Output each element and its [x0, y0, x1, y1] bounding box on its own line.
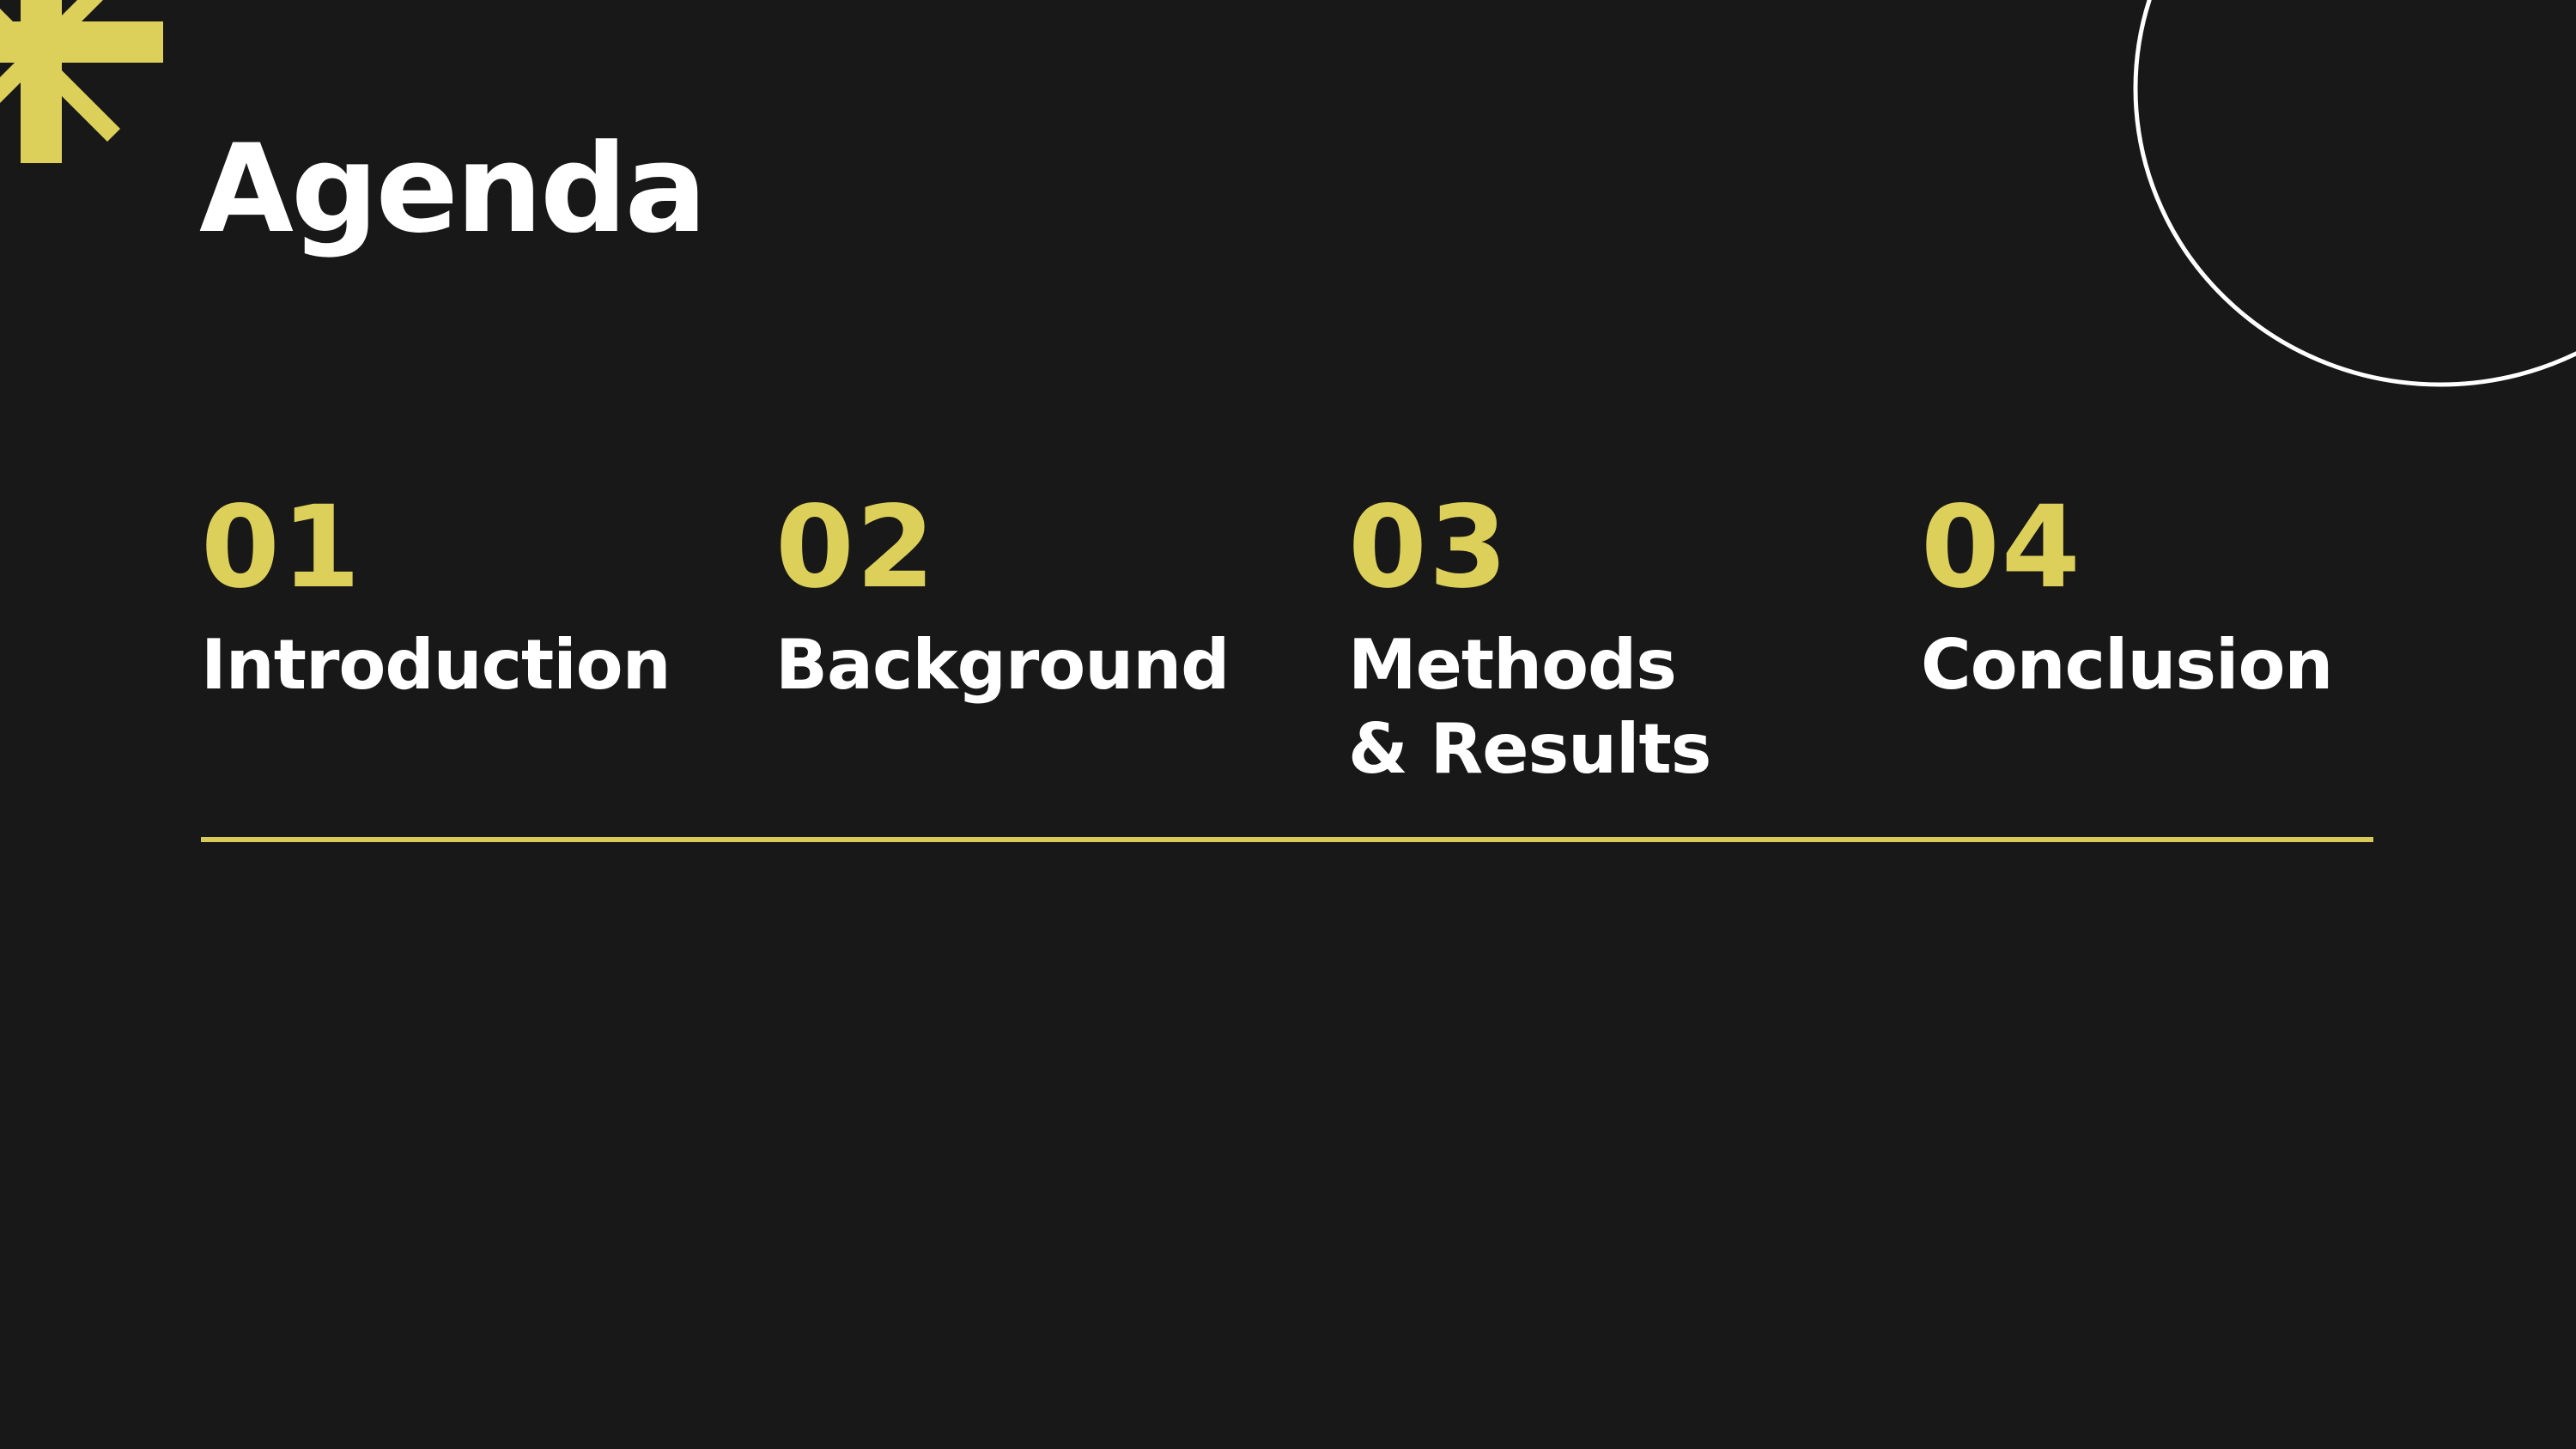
- agenda-item-methods-results: 03 Methods & Results: [1348, 491, 1743, 791]
- agenda-slide: Agenda 01 Introduction 02 Background 03 …: [0, 0, 2576, 1449]
- agenda-item-number: 02: [775, 482, 937, 614]
- agenda-item-label: Conclusion: [1921, 625, 2333, 705]
- divider-line: [201, 837, 2373, 842]
- asterisk-icon: [0, 0, 163, 163]
- slide-title: Agenda: [199, 118, 707, 260]
- agenda-item-label: Methods & Results: [1348, 625, 1711, 789]
- agenda-item-introduction: 01 Introduction: [201, 491, 733, 707]
- agenda-item-number: 01: [201, 482, 362, 614]
- agenda-item-label: Introduction: [201, 625, 671, 705]
- agenda-item-label: Background: [775, 625, 1230, 705]
- agenda-item-number: 03: [1348, 482, 1510, 614]
- agenda-item-background: 02 Background: [775, 491, 1308, 707]
- circle-outline: [2133, 0, 2576, 387]
- agenda-item-conclusion: 04 Conclusion: [1921, 491, 2453, 707]
- agenda-item-number: 04: [1921, 482, 2082, 614]
